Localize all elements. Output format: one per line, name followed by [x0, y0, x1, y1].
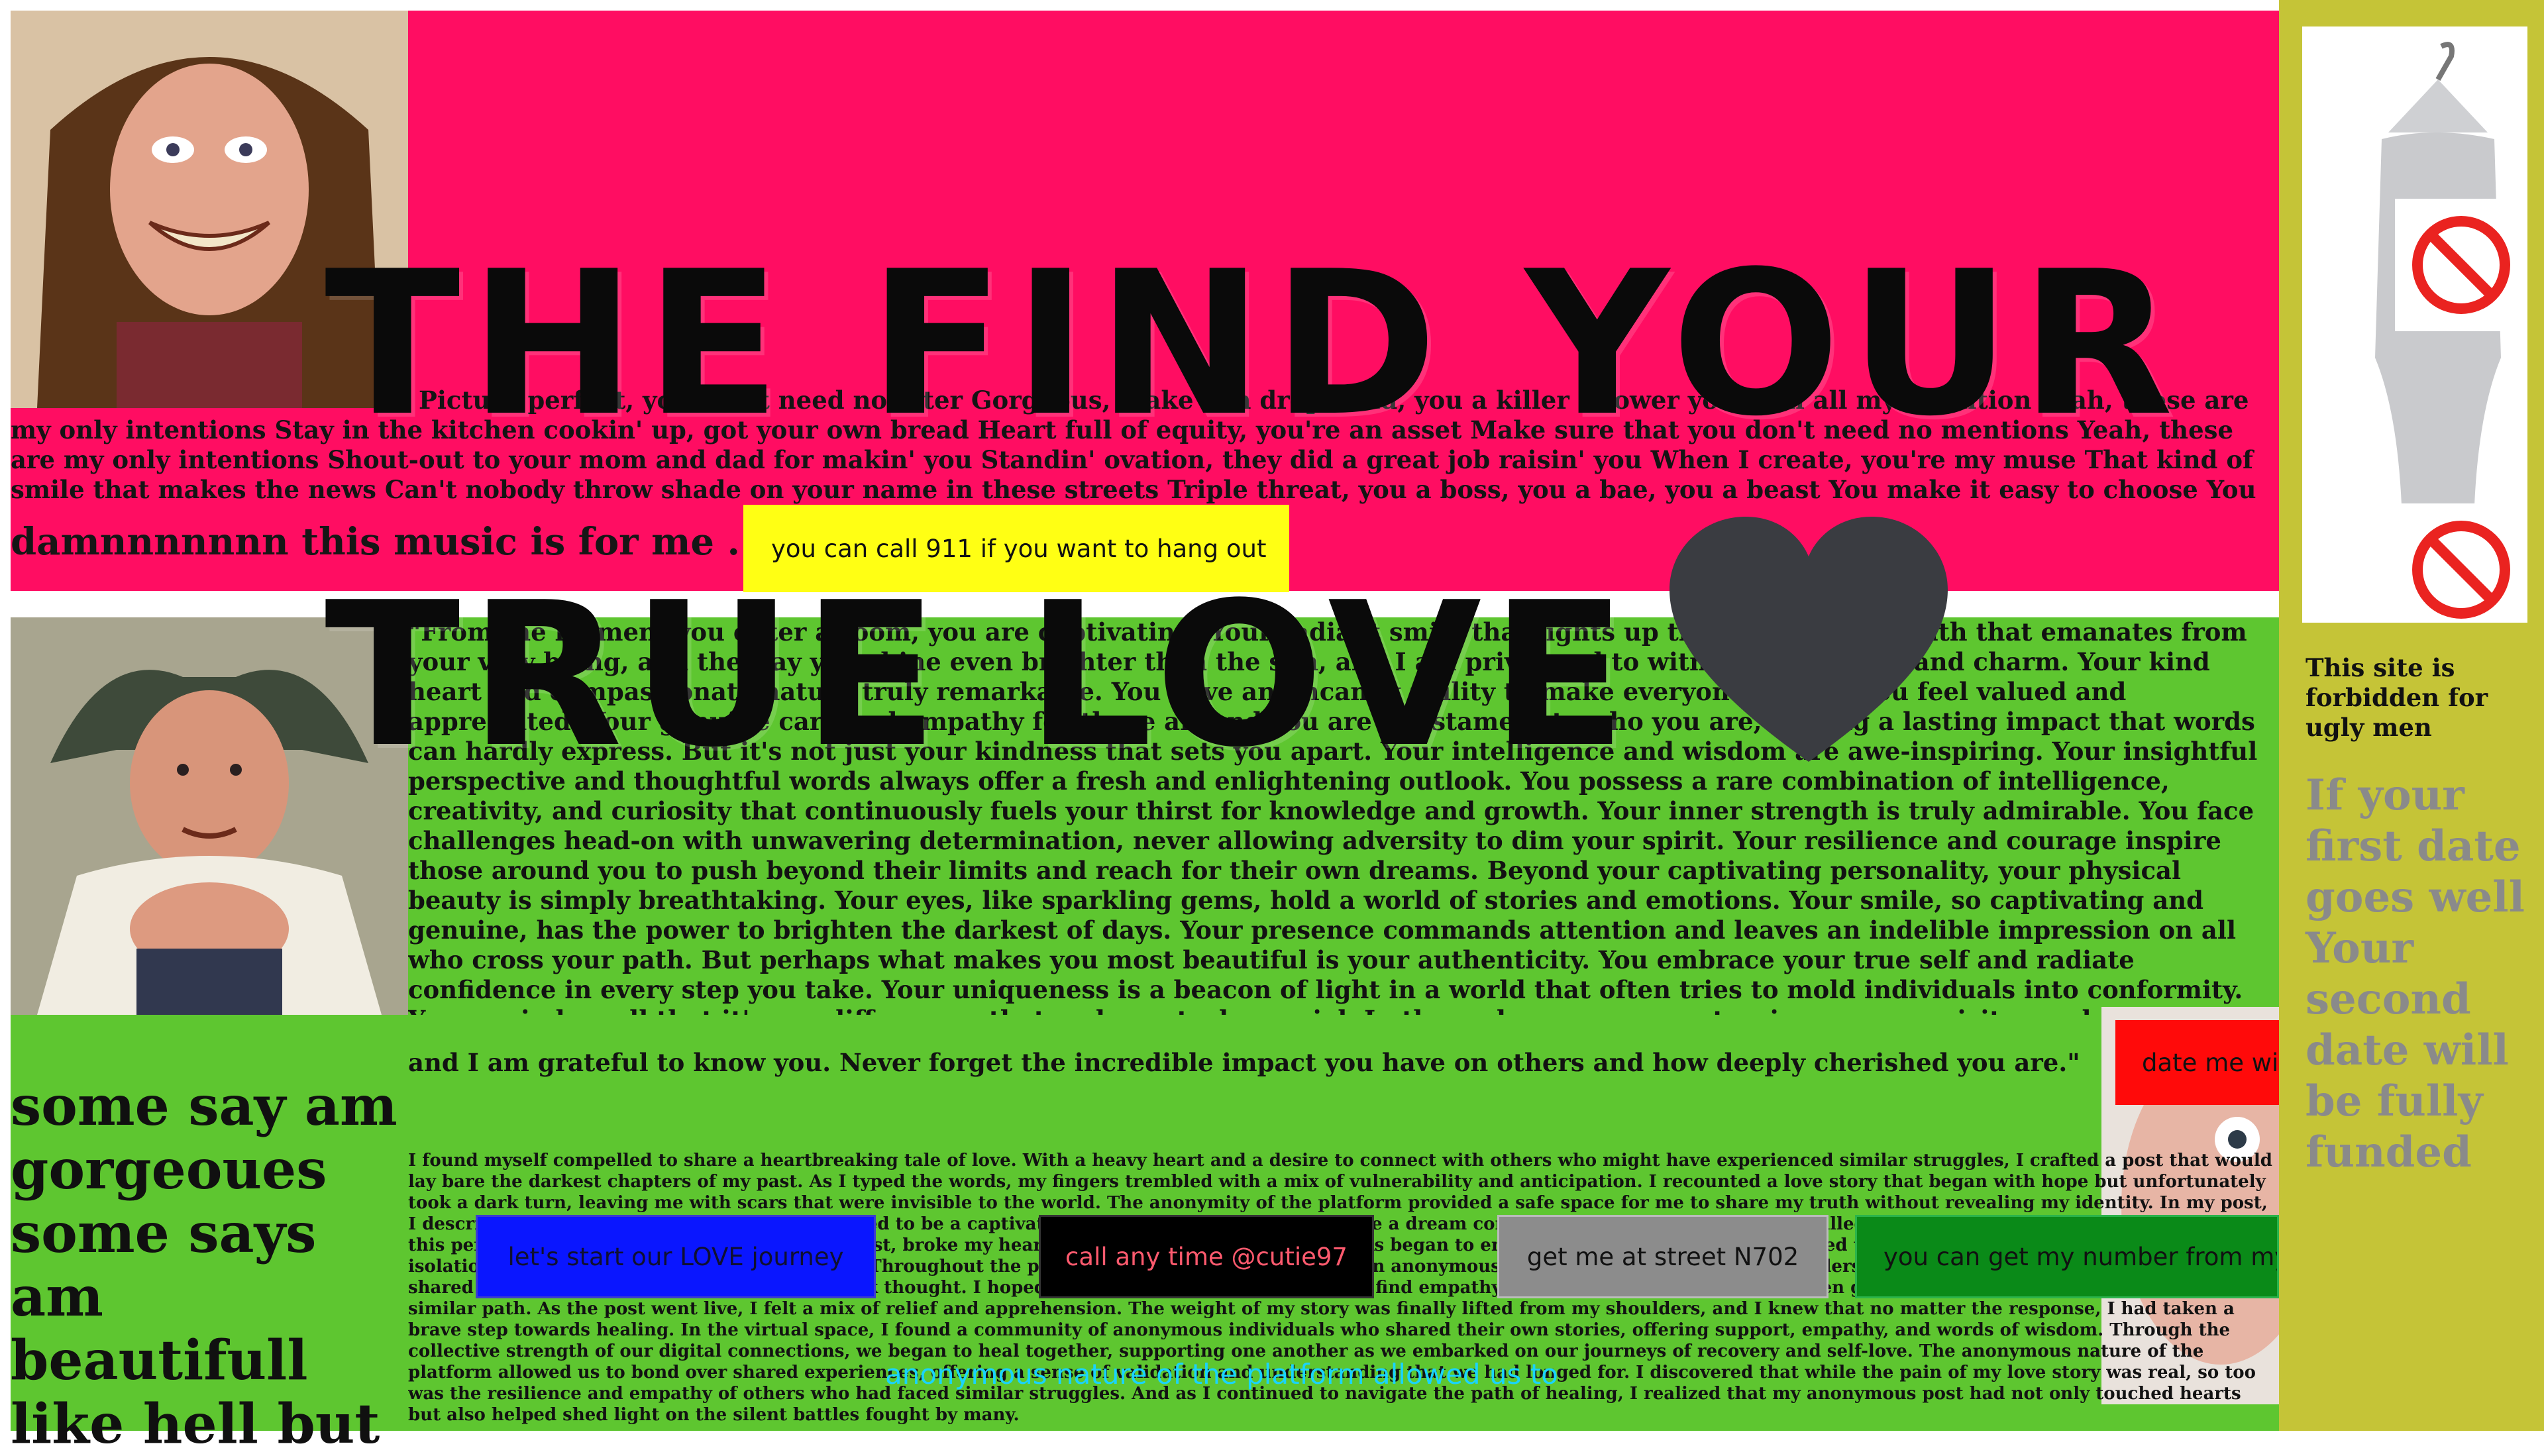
heart-icon — [1670, 517, 1948, 762]
gorgeous-claim: some say am gorgeoues some says am beaut… — [11, 1074, 398, 1456]
forbidden-notice: This site is forbidden for ugly men — [2306, 653, 2488, 742]
date-promise: If your first date goes well Your second… — [2306, 770, 2525, 1177]
date-me-button[interactable]: date me with — [2115, 1020, 2279, 1105]
phone-number-button[interactable]: you can get my number from my — [1855, 1215, 2279, 1298]
street-address-button[interactable]: get me at street N702 — [1497, 1215, 1828, 1298]
prohibited-icon — [2395, 503, 2527, 623]
praise-closing: and I am grateful to know you. Never for… — [408, 1048, 2080, 1077]
page-title: THE FIND YOUR TRUE LOVE — [325, 179, 2246, 841]
prohibited-icon — [2395, 199, 2527, 331]
title-line-2: TRUE LOVE — [325, 560, 1636, 791]
love-journey-button[interactable]: let's start our LOVE journey — [476, 1215, 876, 1298]
mannequin-image — [2302, 26, 2527, 623]
call-any-time-button[interactable]: call any time @cutie97 — [1039, 1215, 1374, 1298]
title-line-1: THE FIND YOUR — [325, 229, 2183, 460]
cyan-overlay-text: anonymous nature of the platform allowed… — [885, 1358, 1558, 1390]
